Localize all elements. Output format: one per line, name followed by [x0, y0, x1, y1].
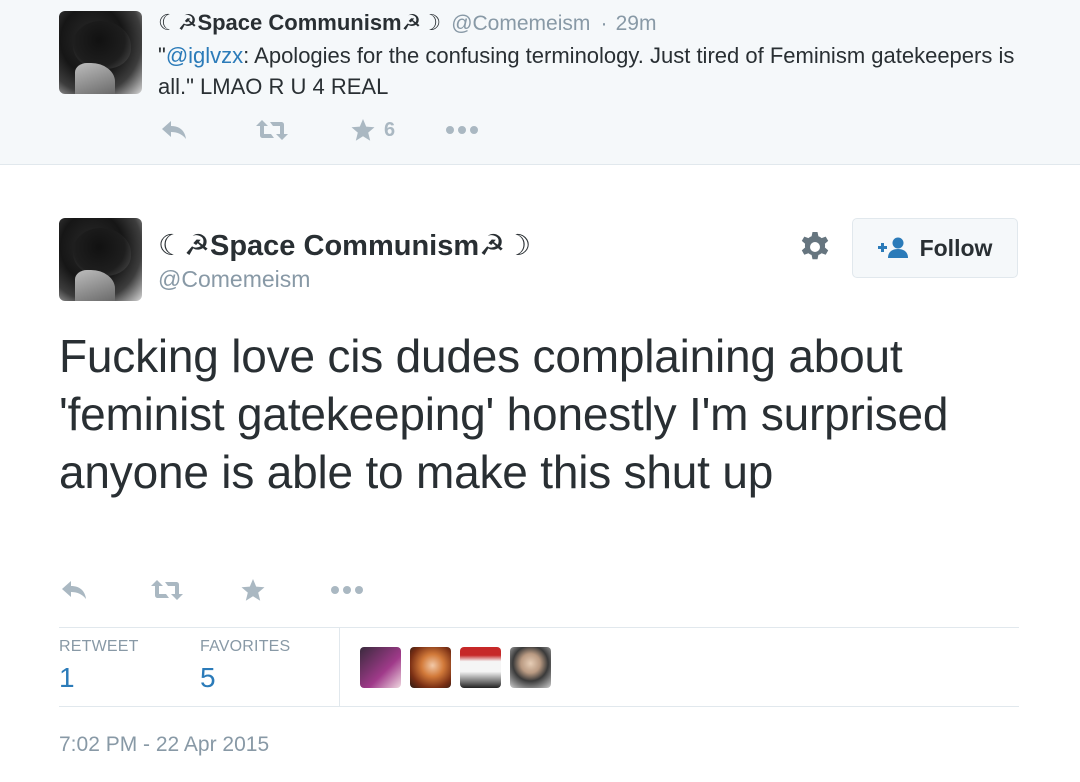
retweet-button[interactable] [150, 579, 240, 601]
reply-header: ☾☭Space Communism☭☽ @Comemeism · 29m [158, 10, 656, 36]
display-name[interactable]: ☾☭Space Communism☭☽ [158, 228, 531, 263]
avatar[interactable] [59, 11, 142, 94]
tweet-actions: 6 [160, 118, 540, 142]
retweet-icon [256, 120, 288, 140]
avatar[interactable] [59, 218, 142, 301]
more-icon [331, 586, 363, 594]
favorites-stat[interactable]: FAVORITES 5 [200, 638, 290, 694]
favoriter-avatar[interactable] [460, 647, 501, 688]
retweet-icon [151, 580, 183, 600]
favorite-count: 6 [384, 118, 396, 141]
stats-divider [339, 628, 340, 707]
reply-icon [62, 581, 86, 599]
follow-label: Follow [919, 234, 993, 261]
favorite-button[interactable]: 6 [350, 118, 445, 142]
reply-tweet[interactable]: ☾☭Space Communism☭☽ @Comemeism · 29m "@i… [0, 0, 1080, 165]
screen-name[interactable]: @Comemeism [158, 266, 310, 293]
retweet-stat[interactable]: RETWEET 1 [59, 638, 139, 694]
follow-person-icon [877, 237, 908, 258]
mention-link[interactable]: @iglvzx [166, 43, 243, 68]
tweet-stats: RETWEET 1 FAVORITES 5 [59, 627, 1019, 707]
gear-icon[interactable] [798, 230, 832, 264]
retweet-stat-label: RETWEET [59, 638, 139, 655]
favoriter-avatar[interactable] [410, 647, 451, 688]
retweet-stat-count: 1 [59, 662, 75, 693]
more-button[interactable] [445, 125, 540, 135]
reply-button[interactable] [160, 119, 255, 141]
favorite-button[interactable] [240, 578, 330, 602]
display-name[interactable]: ☾☭Space Communism☭☽ [158, 10, 441, 35]
favoriter-avatars [360, 647, 551, 688]
tweet-actions [60, 578, 420, 602]
tweet-text: Fucking love cis dudes complaining about… [59, 330, 949, 498]
tweet-text: "@iglvzx: Apologies for the confusing te… [158, 40, 1018, 102]
retweet-button[interactable] [255, 119, 350, 141]
favorites-stat-label: FAVORITES [200, 638, 291, 655]
favoriter-avatar[interactable] [510, 647, 551, 688]
quote-open: " [158, 43, 166, 68]
follow-button[interactable]: Follow [852, 218, 1018, 278]
reply-icon [162, 121, 186, 139]
tweet-timestamp[interactable]: 7:02 PM - 22 Apr 2015 [59, 733, 269, 757]
tweet-text-body: : Apologies for the confusing terminolog… [158, 43, 1015, 99]
favoriter-avatar[interactable] [360, 647, 401, 688]
separator-dot: · [600, 12, 608, 35]
more-icon [446, 126, 478, 134]
tweet-time[interactable]: 29m [616, 12, 657, 35]
reply-button[interactable] [60, 579, 150, 601]
favorites-stat-count: 5 [200, 662, 216, 693]
favorite-icon [241, 579, 265, 601]
more-button[interactable] [330, 585, 420, 595]
screen-name[interactable]: @Comemeism [451, 12, 590, 35]
favorite-icon [351, 119, 375, 141]
